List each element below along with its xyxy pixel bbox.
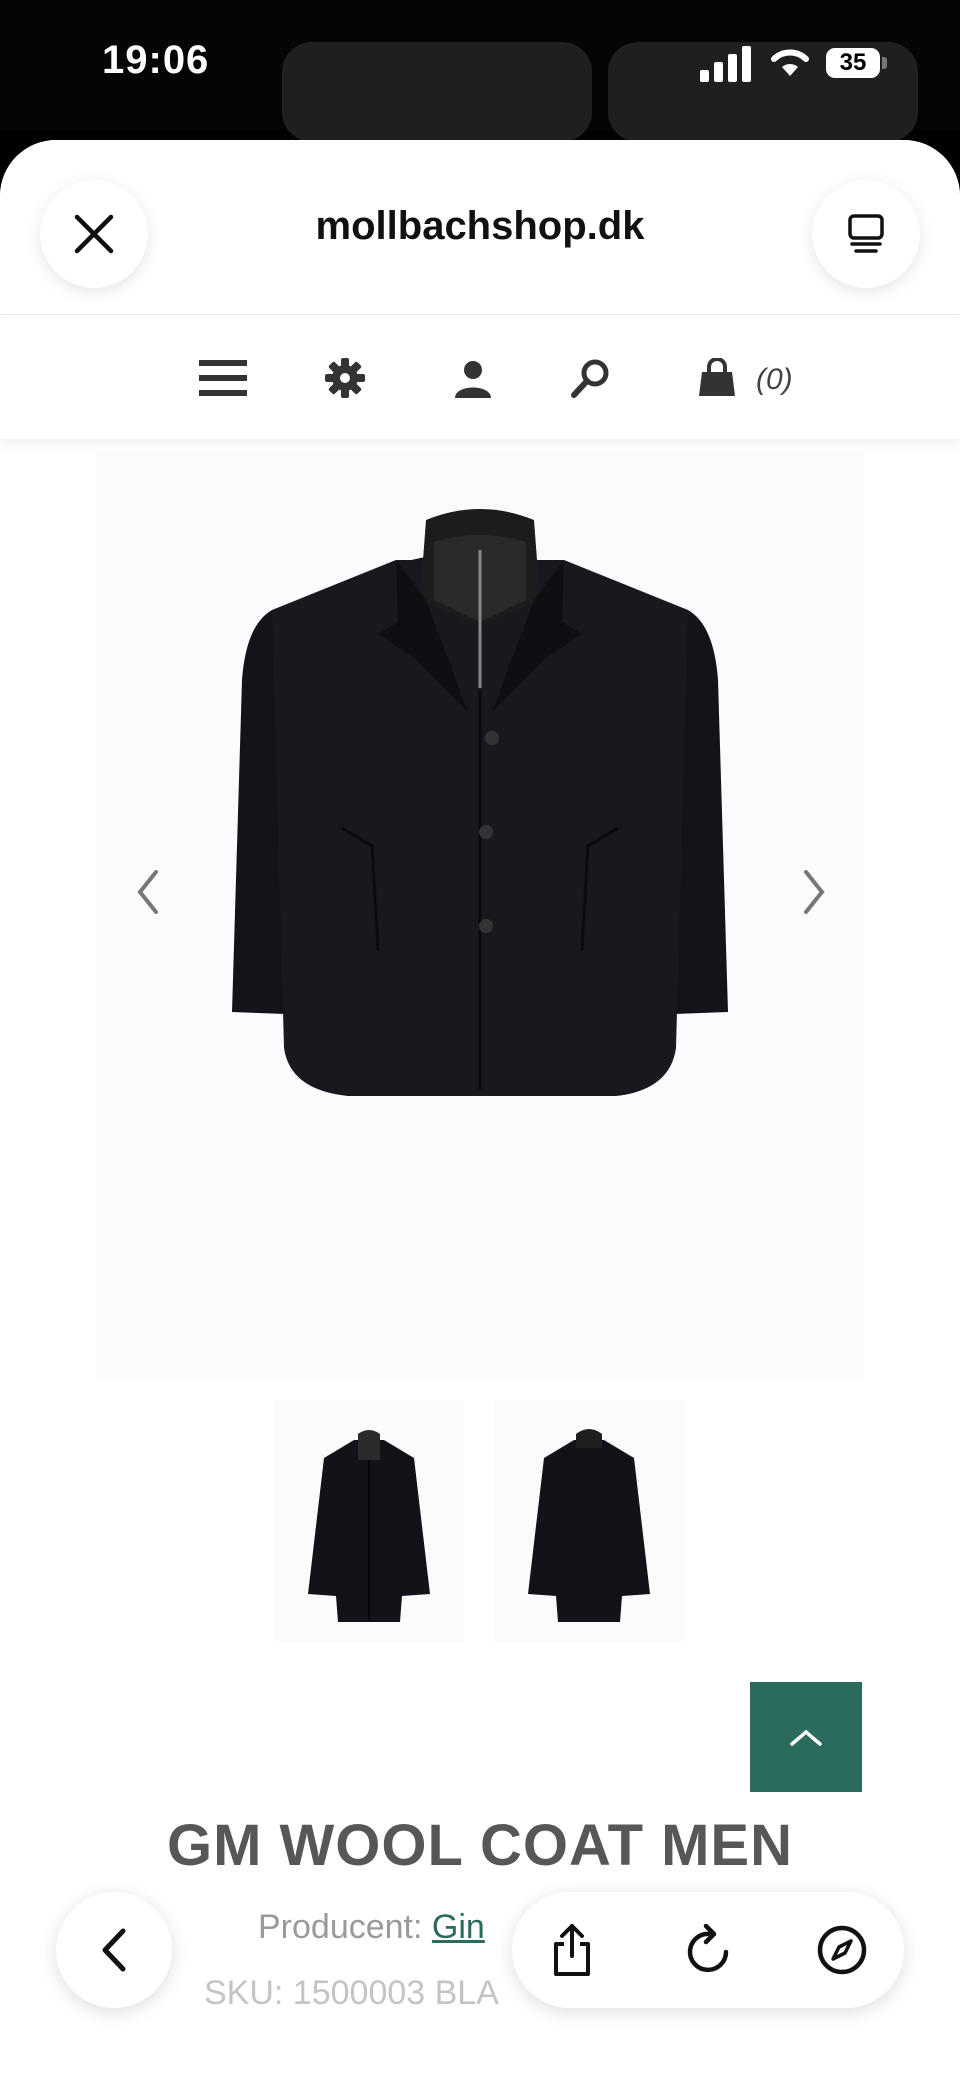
product-thumbnail-back[interactable]: [494, 1400, 684, 1642]
scroll-to-top-button[interactable]: [750, 1682, 862, 1792]
shopping-bag-icon: [699, 358, 735, 396]
share-button[interactable]: [542, 1920, 602, 1980]
user-icon: [455, 361, 491, 398]
search-icon: [571, 359, 609, 398]
reload-button[interactable]: [678, 1920, 738, 1980]
product-main-image[interactable]: [96, 450, 864, 1380]
browser-sheet: mollbachshop.dk (0) GM WOOL COAT MEN Pro…: [0, 140, 960, 2078]
producer-link[interactable]: Gin: [432, 1908, 485, 1946]
share-icon: [554, 1924, 590, 1976]
reload-icon: [687, 1924, 729, 1973]
chevron-up-icon: [790, 1729, 822, 1746]
chevron-right-icon[interactable]: [794, 862, 834, 922]
browser-toolbar: [512, 1892, 904, 2008]
product-thumbnail-front[interactable]: [274, 1400, 464, 1642]
chevron-left-icon[interactable]: [128, 862, 168, 922]
shop-navigation: (0): [0, 315, 960, 439]
tab-overview-icon: [848, 214, 884, 253]
search-button[interactable]: [564, 351, 618, 405]
coat-front-thumbnail: [308, 1430, 430, 1622]
battery-indicator: 35: [826, 48, 880, 78]
menu-icon: [199, 360, 247, 396]
status-bar: 19:06 35: [0, 0, 960, 142]
account-button[interactable]: [446, 351, 500, 405]
compass-icon: [817, 1925, 867, 1975]
status-time: 19:06: [102, 38, 210, 82]
cart-button[interactable]: [690, 351, 744, 405]
background-tab-preview: [282, 42, 592, 142]
back-icon: [102, 1928, 126, 1972]
settings-gear-icon: [325, 358, 365, 398]
cellular-signal-icon: [700, 44, 752, 82]
settings-button[interactable]: [318, 351, 372, 405]
tab-overview-button[interactable]: [812, 180, 920, 288]
cart-count[interactable]: (0): [756, 363, 793, 397]
sku-text: SKU: 1500003 BLA: [204, 1974, 499, 2012]
producer-label: Producent:: [258, 1908, 423, 1946]
battery-nub: [882, 57, 887, 69]
back-button[interactable]: [56, 1892, 172, 2008]
coat-back-thumbnail: [528, 1429, 650, 1622]
wool-coat-image: [232, 509, 728, 1096]
wifi-icon: [771, 49, 809, 76]
open-in-safari-button[interactable]: [812, 1920, 872, 1980]
product-title: GM WOOL COAT MEN: [166, 1813, 794, 1878]
menu-button[interactable]: [196, 351, 250, 405]
sheet-header: mollbachshop.dk: [0, 140, 960, 315]
producer-line: Producent: Gin: [258, 1908, 485, 1947]
